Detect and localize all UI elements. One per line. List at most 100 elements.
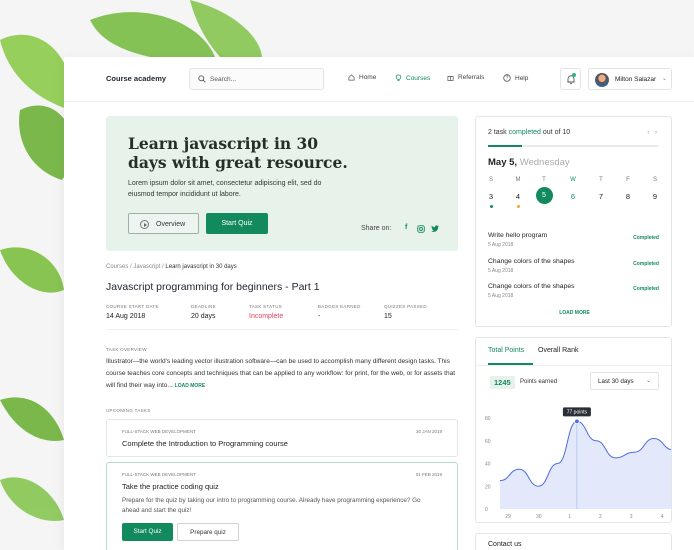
- svg-text:?: ?: [506, 76, 509, 82]
- task-date: 30 JAN 2019: [415, 429, 442, 434]
- app-logo[interactable]: Course academy: [106, 74, 166, 83]
- nav-help-label: Help: [515, 74, 529, 82]
- app-window: Course academy Search... Home Courses Re…: [64, 57, 694, 550]
- task-list-item[interactable]: Change colors of the shapes 5 Aug 2018 Com…: [488, 283, 659, 299]
- tab-total-points[interactable]: Total Points: [488, 347, 524, 354]
- nav-courses-label: Courses: [406, 74, 431, 82]
- divider: [106, 329, 458, 330]
- task-overview-label: TASK OVERVIEW: [106, 347, 147, 352]
- stat-deadline: DEADLINE 20 days: [191, 304, 216, 320]
- gift-icon: [447, 76, 454, 81]
- nav-help[interactable]: ? Help: [503, 74, 528, 82]
- hero-title: Learn javascript in 30 days with great r…: [128, 134, 348, 172]
- x-tick-label: 30: [536, 514, 542, 520]
- notification-dot: [572, 73, 576, 77]
- progress-bar: [488, 145, 659, 147]
- prepare-quiz-button[interactable]: Prepare quiz: [177, 523, 239, 541]
- home-icon: [348, 74, 355, 81]
- top-header: Course academy Search... Home Courses Re…: [64, 57, 694, 102]
- breadcrumb-courses[interactable]: Courses: [106, 264, 128, 270]
- calendar-day[interactable]: 6: [566, 192, 580, 201]
- calendar-day[interactable]: 3: [484, 192, 498, 201]
- share-label: Share on:: [361, 225, 392, 232]
- tab-overall-rank[interactable]: Overall Rank: [538, 347, 578, 354]
- points-value: 1245: [490, 376, 515, 389]
- task-overview-text: Illustrator—the world's leading vector i…: [106, 358, 456, 389]
- range-select[interactable]: Last 30 days ⌄: [590, 372, 659, 390]
- nav-home-label: Home: [359, 74, 377, 81]
- y-tick-label: 0: [485, 507, 488, 513]
- calendar-day[interactable]: 8: [621, 192, 635, 201]
- stat-quizzes: QUIZZES PASSED 15: [384, 304, 427, 320]
- weekday-label: T: [542, 177, 546, 183]
- y-tick-label: 20: [485, 484, 491, 490]
- overview-button[interactable]: Overview: [128, 213, 199, 234]
- weekday-label: W: [570, 177, 576, 183]
- y-tick-label: 60: [485, 439, 491, 445]
- bulb-icon: [395, 74, 402, 82]
- event-dot: [489, 205, 493, 208]
- task-list-load-more[interactable]: LOAD MORE: [476, 310, 673, 316]
- task-list-item[interactable]: Write hello program 5 Aug 2018 Completed: [488, 232, 659, 248]
- progress-fill: [488, 145, 523, 147]
- points-chart: 0 20 40 60 80 77 points 29 30 1 2 3 4: [485, 407, 671, 520]
- task-list-item[interactable]: Change colors of the shapes 5 Aug 2018 Com…: [488, 258, 659, 274]
- calendar-day[interactable]: 9: [648, 192, 662, 201]
- nav-courses[interactable]: Courses: [395, 74, 430, 82]
- nav-home[interactable]: Home: [348, 74, 376, 81]
- tab-divider: [476, 365, 671, 366]
- play-icon: [140, 220, 149, 229]
- calendar-day-selected[interactable]: 5: [535, 187, 553, 204]
- breadcrumb-javascript[interactable]: Javascript: [133, 264, 160, 270]
- x-tick-label: 1: [568, 514, 571, 520]
- task-date: 01 FEB 2019: [415, 472, 442, 477]
- calendar-day[interactable]: 7: [594, 192, 608, 201]
- nav-referrals[interactable]: Referrals: [447, 74, 484, 81]
- chevron-arrows-icon[interactable]: ‹ ›: [647, 130, 659, 136]
- contact-card: Contact us: [475, 533, 672, 550]
- chart-area: [500, 421, 671, 509]
- start-quiz-button[interactable]: Start Quiz: [206, 213, 268, 234]
- notification-button[interactable]: [560, 68, 581, 90]
- task-start-quiz-button[interactable]: Start Quiz: [122, 523, 173, 541]
- twitter-icon[interactable]: [431, 225, 439, 232]
- points-card: Total Points Overall Rank 1245 Points ea…: [475, 337, 672, 523]
- x-tick-label: 2: [599, 514, 602, 520]
- weekday-label: S: [652, 177, 657, 183]
- calendar-day[interactable]: 4: [511, 192, 525, 201]
- points-label: Points earned: [520, 379, 558, 385]
- weekday-label: F: [626, 177, 630, 183]
- instagram-icon[interactable]: [417, 225, 425, 233]
- breadcrumb: Courses / Javascript / Learn javascript …: [106, 264, 237, 270]
- weekday-label: M: [515, 177, 521, 183]
- chevron-down-icon: ⌄: [662, 76, 668, 82]
- search-icon: [198, 75, 206, 83]
- overview-load-more[interactable]: LOAD MORE: [175, 383, 206, 389]
- task-card[interactable]: FULL-STACK WEB DEVELOPMENT 30 JAN 2019 C…: [106, 419, 458, 457]
- peak-point[interactable]: [574, 418, 580, 425]
- search-input[interactable]: Search...: [189, 68, 324, 90]
- page-title: Javascript programming for beginners - P…: [106, 281, 320, 293]
- user-menu[interactable]: Milton Salazar ⌄: [588, 68, 672, 90]
- task-description: Prepare for the quiz by taking our intro…: [122, 497, 421, 514]
- tooltip-label: 77 points: [567, 410, 588, 416]
- help-icon: ?: [503, 74, 511, 82]
- overview-label: Overview: [156, 221, 186, 228]
- upcoming-tasks-label: UPCOMING TASKS: [106, 408, 151, 413]
- chevron-down-icon: ⌄: [645, 378, 651, 384]
- stat-task-status: TASK STATUS Incomplete: [249, 304, 284, 320]
- facebook-icon[interactable]: f: [405, 224, 407, 231]
- task-category: FULL-STACK WEB DEVELOPMENT: [122, 429, 196, 434]
- search-placeholder: Search...: [210, 76, 237, 83]
- hero-body: Lorem ipsum dolor sit amet, consectetur …: [128, 180, 322, 198]
- tasks-calendar-card: 2 task completed out of 10 ‹ › May 5, We…: [475, 116, 672, 327]
- hero-banner: Learn javascript in 30 days with great r…: [106, 116, 458, 251]
- x-tick-label: 4: [661, 514, 664, 520]
- x-tick-label: 3: [630, 514, 633, 520]
- contact-title: Contact us: [488, 541, 522, 548]
- x-tick-label: 29: [505, 514, 511, 520]
- task-title: Take the practice coding quiz: [122, 482, 219, 491]
- breadcrumb-current: Learn javascript in 30 days: [165, 264, 237, 270]
- avatar: [595, 73, 609, 87]
- task-card-expanded[interactable]: FULL-STACK WEB DEVELOPMENT 01 FEB 2019 T…: [106, 462, 458, 550]
